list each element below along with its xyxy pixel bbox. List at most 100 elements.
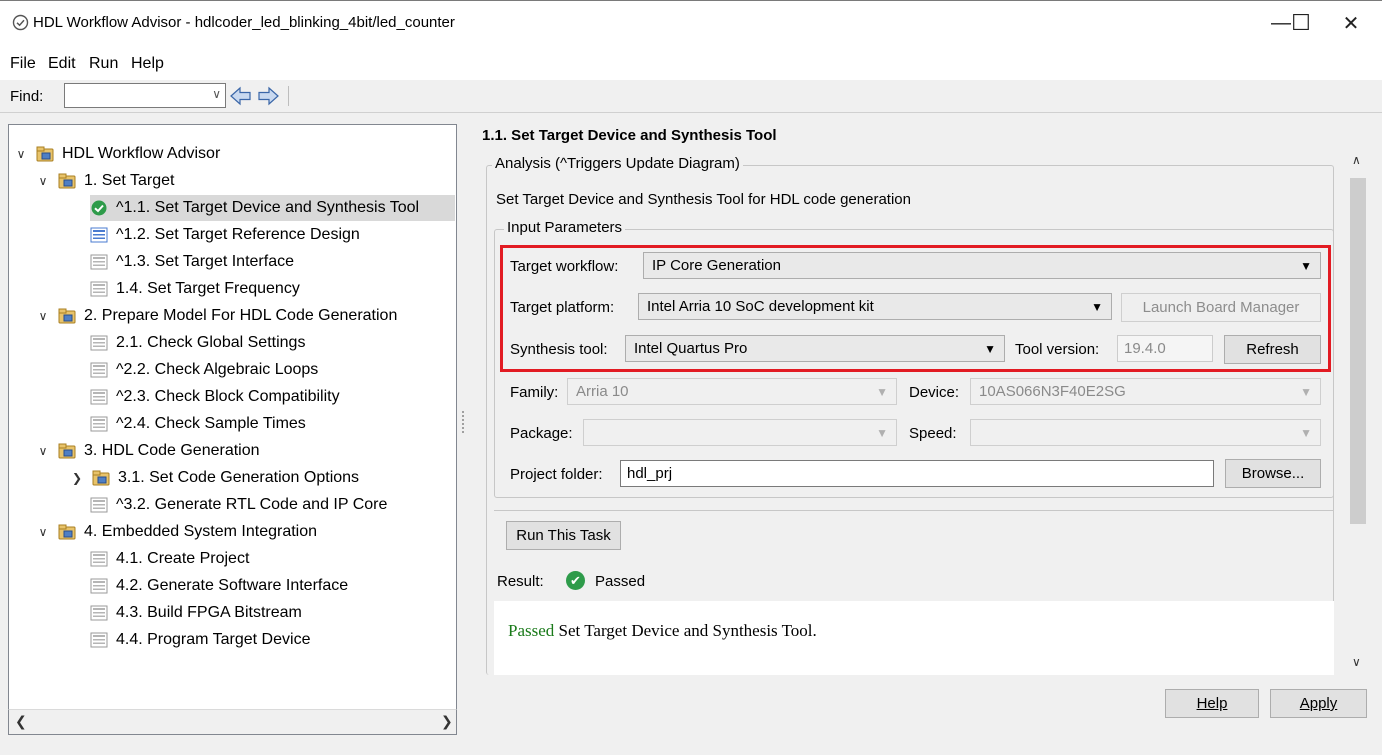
tree-item-label: 2.1. Check Global Settings — [116, 334, 306, 351]
tree-item[interactable]: ^2.2. Check Algebraic Loops — [90, 357, 318, 383]
section-divider — [494, 510, 1334, 511]
speed-label: Speed: — [909, 425, 957, 442]
task-icon — [90, 578, 108, 594]
tree-item[interactable]: 4.4. Program Target Device — [90, 627, 310, 653]
help-button[interactable]: Help — [1165, 689, 1259, 718]
tree-item-label: ^1.3. Set Target Interface — [116, 253, 294, 270]
horizontal-scrollbar[interactable]: ❮ ❯ — [8, 709, 457, 735]
tree-item[interactable]: ^1.3. Set Target Interface — [90, 249, 294, 275]
project-folder-label: Project folder: — [510, 466, 603, 483]
device-label: Device: — [909, 384, 960, 401]
scroll-right-icon[interactable]: ❯ — [441, 713, 453, 730]
folder-icon — [92, 470, 110, 486]
tree-item-label: 4.2. Generate Software Interface — [116, 577, 349, 594]
app-logo-icon — [12, 14, 29, 31]
analysis-group-label: Analysis (^Triggers Update Diagram) — [492, 155, 743, 172]
menu-run[interactable]: Run — [89, 55, 118, 73]
toolbar-divider — [288, 86, 289, 106]
task-description: Set Target Device and Synthesis Tool for… — [496, 191, 911, 208]
tree-item-label: ^1.1. Set Target Device and Synthesis To… — [116, 199, 420, 216]
tree-item[interactable]: 2.1. Check Global Settings — [90, 330, 305, 356]
close-button[interactable]: ✕ — [1326, 0, 1376, 46]
tree-item[interactable]: ∨ 2. Prepare Model For HDL Code Generatio… — [36, 303, 398, 329]
scrollbar-thumb[interactable] — [1350, 178, 1366, 524]
help-button-label: Help — [1196, 695, 1228, 712]
tree-item-label: ^2.4. Check Sample Times — [116, 415, 306, 432]
chevron-down-icon[interactable]: ∨ — [36, 525, 50, 539]
chevron-down-icon[interactable]: ∨ — [14, 147, 28, 161]
project-folder-input[interactable]: hdl_prj — [620, 460, 1214, 487]
tree-item[interactable]: ❯ 3.1. Set Code Generation Options — [70, 465, 359, 491]
browse-button[interactable]: Browse... — [1225, 459, 1321, 488]
dropdown-arrow-icon: ▼ — [876, 426, 888, 440]
package-label: Package: — [510, 425, 573, 442]
tree-item[interactable]: ∨ HDL Workflow Advisor — [14, 141, 221, 167]
arrow-right-icon[interactable] — [256, 85, 280, 107]
maximize-icon: ☐ — [1291, 10, 1311, 35]
tree-item-label: ^1.2. Set Target Reference Design — [116, 226, 360, 243]
dropdown-arrow-icon: ▼ — [876, 385, 888, 399]
tree-item[interactable]: 4.1. Create Project — [90, 546, 249, 572]
splitter-handle[interactable] — [461, 410, 465, 434]
title-bar: HDL Workflow Advisor - hdlcoder_led_blin… — [0, 0, 1382, 46]
arrow-left-icon[interactable] — [229, 85, 253, 107]
tree-item-label: 2. Prepare Model For HDL Code Generation — [84, 307, 398, 324]
chevron-down-icon[interactable]: ∨ — [36, 174, 50, 188]
task-icon — [90, 632, 108, 648]
tree-item[interactable]: ∨ 1. Set Target — [36, 168, 175, 194]
menu-file[interactable]: File — [10, 55, 36, 73]
chevron-down-icon[interactable]: ∨ — [36, 444, 50, 458]
tree-item-label: HDL Workflow Advisor — [62, 145, 221, 162]
tree-item[interactable]: 1.4. Set Target Frequency — [90, 276, 300, 302]
task-icon — [90, 254, 108, 270]
result-status: Passed — [595, 573, 646, 590]
task-icon — [90, 416, 108, 432]
maximize-button[interactable]: ☐ — [1276, 0, 1326, 46]
tree-item-label: ^3.2. Generate RTL Code and IP Core — [116, 496, 388, 513]
menu-help[interactable]: Help — [131, 55, 164, 73]
tree-item[interactable]: 4.2. Generate Software Interface — [90, 573, 348, 599]
chevron-down-icon[interactable]: ∨ — [212, 87, 221, 101]
tree-item-label: ^2.3. Check Block Compatibility — [116, 388, 340, 405]
device-dropdown: 10AS066N3F40E2SG ▼ — [970, 378, 1321, 405]
input-parameters-label: Input Parameters — [504, 219, 626, 236]
result-message-status: Passed — [508, 621, 555, 640]
scroll-down-icon[interactable]: ∨ — [1352, 655, 1361, 669]
task-icon — [90, 362, 108, 378]
tree-item-label: 1. Set Target — [84, 172, 175, 189]
task-icon — [90, 551, 108, 567]
find-input[interactable]: ∨ — [64, 83, 226, 108]
tree-item[interactable]: ^1.2. Set Target Reference Design — [90, 222, 360, 248]
window-title: HDL Workflow Advisor - hdlcoder_led_blin… — [33, 14, 455, 31]
run-this-task-button[interactable]: Run This Task — [506, 521, 621, 550]
page-title: 1.1. Set Target Device and Synthesis Too… — [482, 127, 777, 144]
chevron-right-icon[interactable]: ❯ — [70, 471, 84, 485]
vertical-scrollbar[interactable]: ∧ ∨ — [1348, 150, 1368, 675]
package-dropdown: ▼ — [583, 419, 897, 446]
tree-item[interactable]: ∨ 4. Embedded System Integration — [36, 519, 317, 545]
highlight-annotation — [500, 245, 1331, 372]
chevron-down-icon[interactable]: ∨ — [36, 309, 50, 323]
tree-item[interactable]: ∨ 3. HDL Code Generation — [36, 438, 260, 464]
speed-dropdown: ▼ — [970, 419, 1321, 446]
apply-button[interactable]: Apply — [1270, 689, 1367, 718]
task-icon — [90, 605, 108, 621]
close-icon: ✕ — [1342, 12, 1360, 35]
tree-item[interactable]: ^2.4. Check Sample Times — [90, 411, 306, 437]
result-message: Passed Set Target Device and Synthesis T… — [508, 621, 817, 641]
tree-item[interactable]: 4.3. Build FPGA Bitstream — [90, 600, 302, 626]
task-icon — [90, 497, 108, 513]
tree-item[interactable]: ^2.3. Check Block Compatibility — [90, 384, 340, 410]
tree-item[interactable]: ^3.2. Generate RTL Code and IP Core — [90, 492, 387, 518]
dropdown-arrow-icon: ▼ — [1300, 426, 1312, 440]
menu-bar: File Edit Run Help — [0, 46, 1382, 80]
folder-icon — [58, 173, 76, 189]
find-label: Find: — [10, 88, 44, 105]
menu-edit[interactable]: Edit — [48, 55, 76, 73]
tree-item[interactable]: ^1.1. Set Target Device and Synthesis To… — [90, 195, 455, 221]
scroll-left-icon[interactable]: ❮ — [15, 713, 27, 730]
dropdown-arrow-icon: ▼ — [1300, 385, 1312, 399]
scroll-up-icon[interactable]: ∧ — [1352, 153, 1361, 167]
apply-button-label: Apply — [1299, 695, 1338, 712]
folder-icon — [36, 146, 54, 162]
